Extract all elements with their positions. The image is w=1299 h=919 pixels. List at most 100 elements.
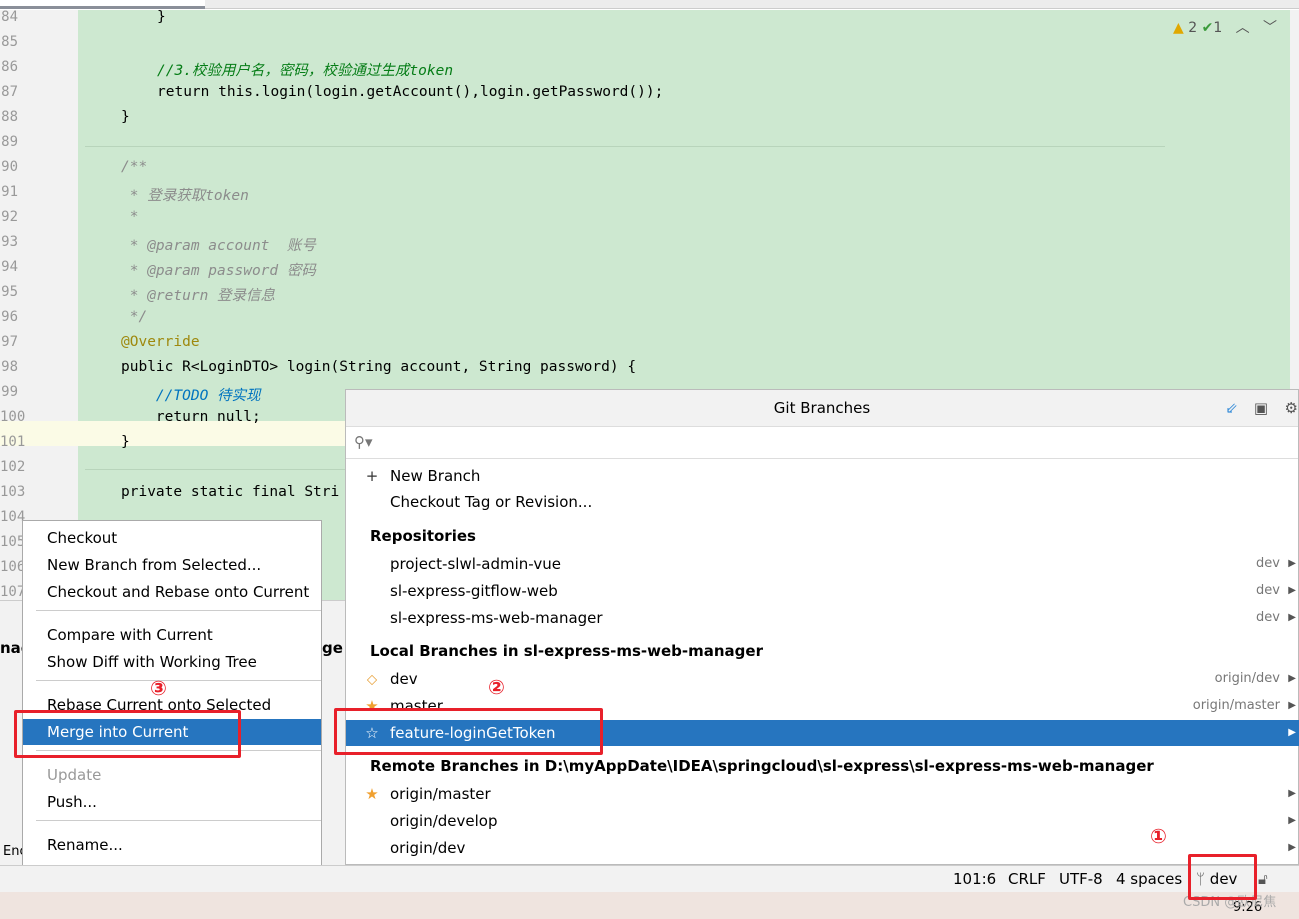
line-number: 90	[1, 159, 18, 175]
tracking-branch: origin/master	[1192, 698, 1280, 713]
chevron-down-icon[interactable]: ﹀	[1263, 20, 1277, 36]
line-number: 102	[0, 459, 26, 475]
menu-item[interactable]: Checkout	[23, 525, 321, 551]
menu-separator	[36, 610, 321, 611]
editor-tabs[interactable]	[0, 0, 1299, 9]
maximize-icon[interactable]: ▣	[1254, 390, 1268, 427]
menu-item[interactable]: Rename...	[23, 832, 321, 858]
warning-count: 2	[1188, 20, 1198, 36]
check-icon: ✔	[1201, 20, 1214, 36]
repositories-header: Repositories	[346, 523, 1299, 549]
repo-item[interactable]: project-slwl-admin-vue dev ▶	[346, 551, 1299, 577]
row-label: origin/develop	[390, 812, 498, 830]
ok-count: 1	[1213, 20, 1223, 36]
inspection-widget[interactable]: ▲ 2 ✔1 ︿ ﹀	[1173, 17, 1277, 37]
line-number: 95	[1, 284, 18, 300]
code-line[interactable]: }	[121, 109, 130, 125]
checkout-tag-item[interactable]: Checkout Tag or Revision...	[346, 489, 1299, 515]
code-line[interactable]: }	[121, 434, 130, 450]
annotation-box-2	[334, 708, 603, 755]
submenu-arrow-icon: ▶	[1288, 700, 1296, 711]
line-number: 98	[1, 359, 18, 375]
caret-position[interactable]: 101:6	[953, 866, 996, 892]
line-number: 94	[1, 259, 18, 275]
row-label: sl-express-gitflow-web	[390, 582, 558, 600]
line-separator[interactable]: CRLF	[1008, 866, 1046, 892]
code-line[interactable]: public R<LoginDTO> login(String account,…	[121, 359, 636, 375]
line-number: 86	[1, 59, 18, 75]
repo-item[interactable]: sl-express-ms-web-manager dev ▶	[346, 605, 1299, 631]
active-tab[interactable]	[0, 0, 205, 9]
remote-branch-item[interactable]: ★ origin/master ▶	[346, 781, 1299, 807]
code-line[interactable]: return this.login(login.getAccount(),log…	[157, 84, 663, 100]
local-branches-header: Local Branches in sl-express-ms-web-mana…	[346, 638, 1299, 664]
menu-item[interactable]: New Branch from Selected...	[23, 552, 321, 578]
code-line[interactable]: @Override	[121, 334, 200, 350]
branch-search-input[interactable]: ⚲▾	[346, 427, 1298, 459]
submenu-arrow-icon: ▶	[1288, 558, 1296, 569]
tag-icon: ⬦	[366, 670, 378, 688]
chevron-up-icon[interactable]: ︿	[1236, 20, 1250, 36]
plus-icon: +	[365, 467, 379, 485]
menu-item[interactable]: Update	[23, 762, 321, 788]
line-number: 104	[0, 509, 26, 525]
popup-title-text: Git Branches	[773, 399, 871, 417]
submenu-arrow-icon: ▶	[1288, 612, 1296, 623]
line-number: 87	[1, 84, 18, 100]
panel-text: ge	[322, 639, 343, 657]
code-line[interactable]: private static final Stri	[121, 484, 339, 500]
line-number: 89	[1, 134, 18, 150]
row-label: New Branch	[390, 467, 481, 485]
indent-setting[interactable]: 4 spaces	[1116, 866, 1182, 892]
code-line[interactable]: * 登录获取token	[121, 184, 249, 205]
menu-item[interactable]: Show Diff with Working Tree	[23, 649, 321, 675]
line-number: 106	[0, 559, 26, 575]
code-line[interactable]: * @return 登录信息	[121, 284, 275, 305]
remote-branches-header: Remote Branches in D:\myAppDate\IDEA\spr…	[346, 753, 1299, 779]
row-label: Local Branches in sl-express-ms-web-mana…	[370, 642, 763, 660]
code-line[interactable]: * @param password 密码	[121, 259, 316, 280]
tracking-branch: origin/dev	[1214, 671, 1280, 686]
row-label: Checkout Tag or Revision...	[390, 493, 593, 511]
row-label: Remote Branches in D:\myAppDate\IDEA\spr…	[370, 757, 1154, 775]
tracking-branch: dev	[1256, 610, 1280, 625]
git-branches-popup: Git Branches ⇙ ▣ ⚙ ⚲▾ + New Branch Checkou…	[345, 389, 1299, 865]
lock-icon[interactable]: 🔓︎	[1258, 866, 1268, 892]
branch-context-menu: Checkout New Branch from Selected... Check…	[22, 520, 322, 888]
line-number: 85	[1, 34, 18, 50]
menu-item[interactable]: Checkout and Rebase onto Current	[23, 579, 321, 605]
annotation-box-3	[14, 710, 241, 758]
line-number: 103	[0, 484, 26, 500]
new-branch-item[interactable]: + New Branch	[346, 463, 1299, 489]
line-number: 92	[1, 209, 18, 225]
menu-item[interactable]: Compare with Current	[23, 622, 321, 648]
file-encoding[interactable]: UTF-8	[1059, 866, 1103, 892]
code-line[interactable]: *	[121, 209, 139, 225]
menu-item[interactable]: Push...	[23, 789, 321, 815]
code-line[interactable]: * @param account 账号	[121, 234, 316, 255]
code-line[interactable]: */	[121, 309, 147, 325]
popup-title: Git Branches ⇙ ▣ ⚙	[346, 390, 1298, 427]
tracking-branch: dev	[1256, 556, 1280, 571]
annotation-box-1	[1188, 854, 1257, 900]
code-line[interactable]: //3.校验用户名，密码，校验通过生成token	[157, 59, 453, 80]
line-number: 88	[1, 109, 18, 125]
repo-item[interactable]: sl-express-gitflow-web dev ▶	[346, 578, 1299, 604]
method-separator	[85, 146, 1165, 147]
annotation-2: ②	[488, 675, 505, 699]
code-line[interactable]: return null;	[121, 409, 261, 425]
submenu-arrow-icon: ▶	[1288, 585, 1296, 596]
line-number: 93	[1, 234, 18, 250]
code-line[interactable]: }	[157, 9, 166, 25]
code-line[interactable]: //TODO 待实现	[121, 384, 261, 405]
search-icon: ⚲▾	[354, 433, 373, 451]
gear-icon[interactable]: ⚙	[1285, 390, 1298, 427]
annotation-3: ③	[150, 676, 167, 700]
line-number: 101	[0, 434, 26, 450]
annotation-1: ①	[1150, 824, 1167, 848]
line-number: 105	[0, 534, 26, 550]
tracking-branch: dev	[1256, 583, 1280, 598]
code-line[interactable]: /**	[121, 159, 147, 175]
row-label: Repositories	[370, 527, 476, 545]
pin-icon[interactable]: ⇙	[1225, 390, 1238, 427]
